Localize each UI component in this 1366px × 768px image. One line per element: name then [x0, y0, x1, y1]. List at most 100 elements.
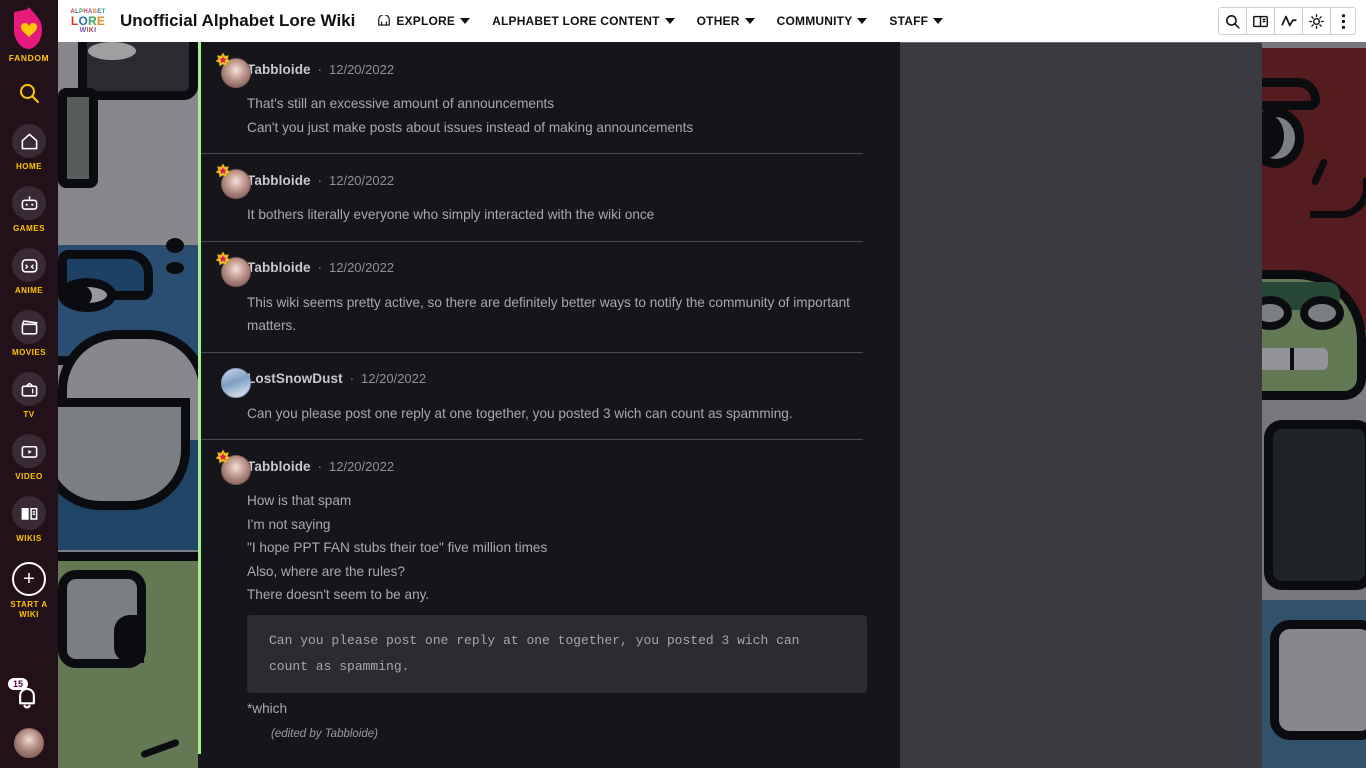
nav-label-other: OTHER — [696, 14, 740, 28]
rail-label-video: VIDEO — [15, 472, 43, 481]
star-badge-icon — [215, 449, 231, 464]
kebab-menu-icon — [1341, 13, 1345, 29]
comment-line: *which — [247, 700, 288, 716]
comment-line: That's still an excessive amount of anno… — [247, 96, 555, 111]
notification-count-badge: 15 — [8, 678, 29, 690]
header-theme-button[interactable] — [1303, 8, 1331, 34]
nav-label-explore: EXPLORE — [396, 14, 456, 28]
header-tool-group — [1218, 7, 1356, 35]
comment-line: I'm not saying — [247, 516, 331, 532]
comment-item: Tabbloide · 12/20/2022 It bothers litera… — [198, 153, 900, 241]
wiki-logo[interactable]: ALPHABET LORE WIKI — [66, 4, 110, 38]
comment-line: There doesn't seem to be any. — [247, 587, 430, 602]
rail-item-video[interactable]: VIDEO — [0, 434, 58, 482]
comment-separator: · — [349, 371, 355, 386]
nav-item-community[interactable]: COMMUNITY — [777, 14, 868, 28]
open-book-icon — [12, 496, 46, 530]
nav-item-staff[interactable]: STAFF — [889, 14, 944, 28]
star-badge-icon — [215, 250, 231, 265]
game-controller-icon — [12, 186, 46, 220]
television-icon — [12, 372, 46, 406]
explore-icon — [378, 15, 391, 26]
anime-face-icon — [12, 248, 46, 282]
comment-separator: · — [317, 260, 322, 275]
nav-label-community: COMMUNITY — [776, 14, 853, 28]
comment-separator: · — [317, 61, 322, 77]
nav-item-explore[interactable]: EXPLORE — [377, 14, 471, 28]
lostsnowdust-avatar — [221, 367, 251, 398]
comment-line: "I hope PPT FAN stubs their toe" five mi… — [247, 540, 548, 555]
comment-item: LostSnowDust · 12/20/2022 Can you please… — [198, 351, 900, 439]
activity-pulse-icon — [1280, 15, 1297, 27]
fandom-global-navigation: FANDOM HOME GAMES ANIME MOVIES TV VIDEO … — [0, 0, 58, 768]
comment-header: Tabbloide · 12/20/2022 — [247, 257, 900, 279]
user-avatar[interactable] — [14, 728, 44, 758]
comment-date: 12/20/2022 — [329, 458, 395, 474]
rail-label-movies: MOVIES — [11, 348, 47, 357]
avatar[interactable] — [215, 163, 251, 199]
rail-item-wikis[interactable]: WIKIS — [0, 496, 58, 544]
comment-author[interactable]: Tabbloide — [247, 62, 311, 77]
comment-author[interactable]: Tabbloide — [247, 260, 311, 275]
rail-item-home[interactable]: HOME — [0, 124, 58, 172]
avatar[interactable] — [215, 52, 251, 88]
wiki-header-bar: ALPHABET LORE WIKI Unofficial Alphabet L… — [58, 0, 1366, 42]
wiki-title[interactable]: Unofficial Alphabet Lore Wiki — [120, 11, 355, 31]
discussion-thread: Tabbloide · 12/20/2022 That's still an e… — [198, 42, 900, 768]
comment-separator: · — [317, 458, 322, 474]
notifications-button[interactable]: 15 — [8, 678, 46, 716]
theme-sun-icon — [1309, 13, 1324, 29]
book-icon — [1253, 15, 1268, 27]
comment-date: 12/20/2022 — [329, 172, 395, 188]
comment-quote-block: Can you please post one reply at one tog… — [247, 614, 867, 693]
tabbloide-avatar — [215, 449, 251, 485]
tabbloide-avatar — [215, 250, 251, 287]
fandom-flame-logo-icon[interactable] — [11, 6, 47, 50]
nav-item-other[interactable]: OTHER — [697, 14, 755, 28]
rail-item-anime[interactable]: ANIME — [0, 248, 58, 296]
comment-item: Tabbloide · 12/20/2022 This wiki seems p… — [198, 240, 900, 352]
comment-line: It bothers literally everyone who simply… — [247, 207, 655, 222]
header-book-button[interactable] — [1247, 8, 1275, 34]
comment-date: 12/20/2022 — [361, 371, 427, 386]
rail-label-tv: TV — [23, 410, 35, 419]
start-a-wiki-label: START A WIKI — [10, 600, 48, 619]
rail-item-tv[interactable]: TV — [0, 372, 58, 420]
avatar[interactable] — [215, 449, 251, 485]
comment-line: Also, where are the rules? — [247, 563, 405, 579]
play-button-icon — [12, 434, 46, 468]
comment-body: Can you please post one reply at one tog… — [247, 402, 900, 426]
comment-header: Tabbloide · 12/20/2022 — [247, 455, 900, 477]
tabbloide-avatar — [215, 52, 251, 88]
comment-date: 12/20/2022 — [329, 260, 395, 275]
avatar[interactable] — [221, 367, 251, 398]
header-more-button[interactable] — [1331, 8, 1355, 34]
header-search-button[interactable] — [1219, 8, 1247, 34]
start-a-wiki-button[interactable]: + START A WIKI — [0, 562, 58, 620]
avatar[interactable] — [215, 250, 251, 287]
rail-item-movies[interactable]: MOVIES — [0, 310, 58, 358]
comment-author[interactable]: Tabbloide — [247, 173, 311, 188]
comment-line: Can you please post one reply at one tog… — [247, 405, 793, 421]
comment-body: That's still an excessive amount of anno… — [247, 92, 900, 139]
global-search-icon[interactable] — [17, 81, 41, 110]
rail-label-games: GAMES — [13, 224, 45, 233]
comment-edited-note: (edited by Tabbloide) — [271, 728, 378, 740]
rail-item-games[interactable]: GAMES — [0, 186, 58, 234]
comment-line: This wiki seems pretty active, so there … — [247, 294, 850, 334]
chevron-down-icon — [857, 18, 868, 24]
comment-body: How is that spam I'm not saying "I hope … — [247, 489, 900, 720]
wiki-main-navigation: EXPLORE ALPHABET LORE CONTENT OTHER COMM… — [377, 14, 944, 28]
article-right-rail — [900, 42, 1262, 768]
chevron-down-icon — [460, 18, 471, 24]
comment-author[interactable]: LostSnowDust — [247, 371, 343, 386]
nav-item-alphabet-lore-content[interactable]: ALPHABET LORE CONTENT — [492, 14, 675, 28]
comment-body: It bothers literally everyone who simply… — [247, 203, 900, 227]
header-activity-button[interactable] — [1275, 8, 1303, 34]
fandom-brand-label: FANDOM — [8, 53, 50, 63]
clapperboard-icon — [12, 310, 46, 344]
rail-label-anime: ANIME — [14, 286, 44, 295]
comment-author[interactable]: Tabbloide — [247, 459, 311, 474]
nav-label-alphabet-lore-content: ALPHABET LORE CONTENT — [492, 14, 660, 28]
comment-header: Tabbloide · 12/20/2022 — [247, 58, 900, 80]
